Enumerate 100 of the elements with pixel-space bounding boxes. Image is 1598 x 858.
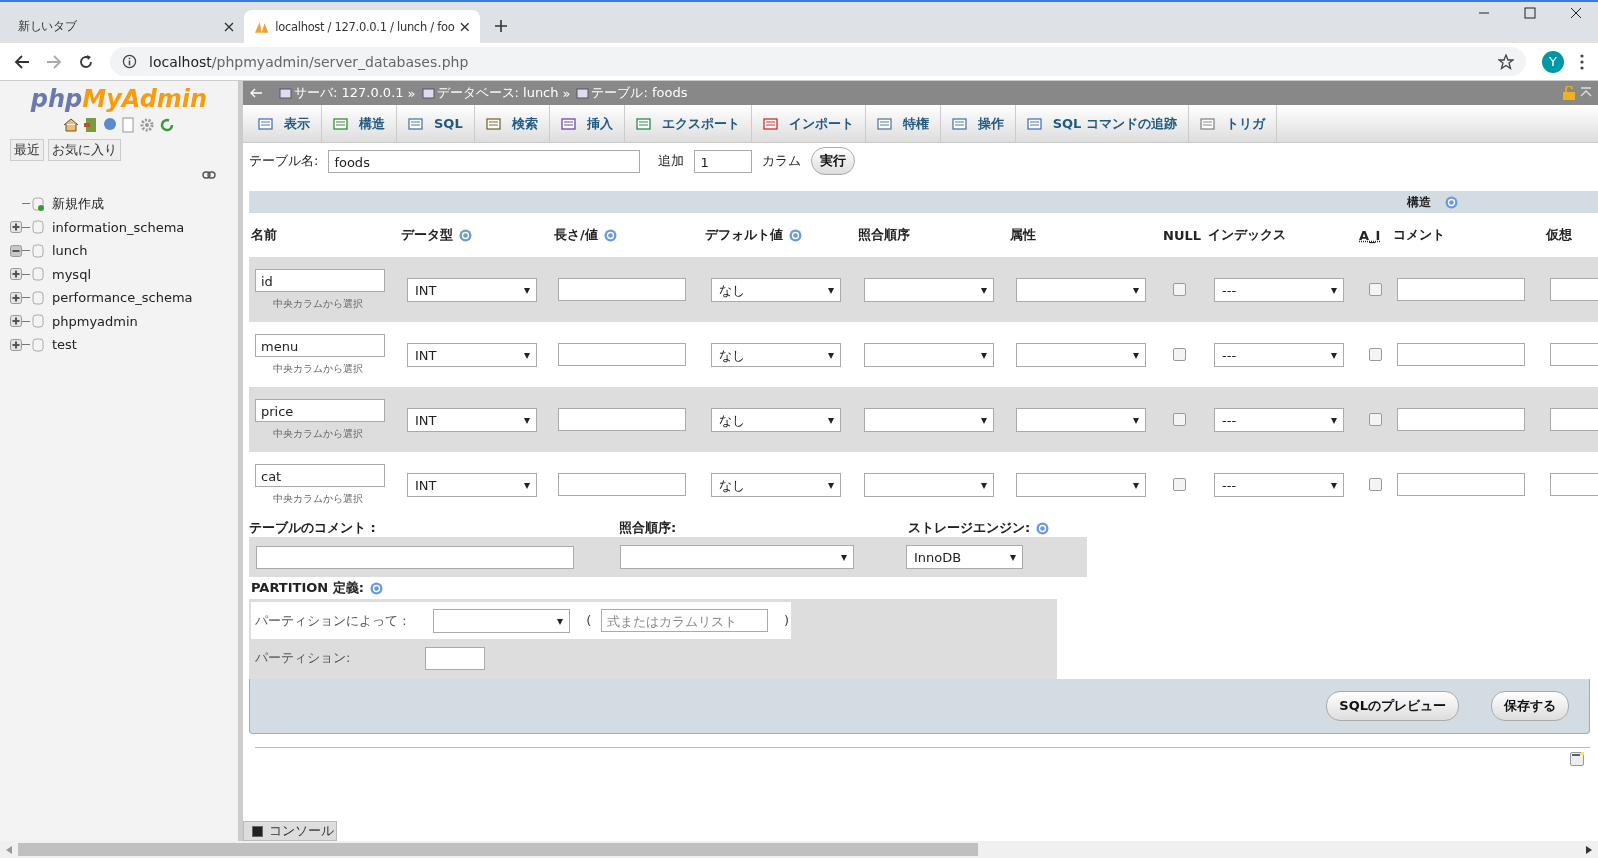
default-select[interactable]: なし [711, 277, 841, 302]
column-name-field[interactable]: menu [255, 333, 385, 357]
type-select[interactable]: INT [407, 277, 537, 302]
close-icon[interactable] [1570, 6, 1582, 19]
comment-field[interactable] [1397, 343, 1525, 366]
column-name-field[interactable]: cat [255, 463, 385, 487]
database-link[interactable]: performance_schema [52, 290, 193, 306]
column-name-field[interactable]: price [255, 398, 385, 422]
browser-tab[interactable]: 新しいタブ [8, 10, 244, 43]
window-icon[interactable] [1570, 752, 1584, 766]
default-select[interactable]: なし [711, 342, 841, 367]
collation-select[interactable] [864, 472, 994, 497]
menu-icon[interactable] [1580, 53, 1584, 70]
menu-tab[interactable]: インポート [751, 105, 866, 142]
column-name-field[interactable]: id [255, 268, 385, 292]
comment-field[interactable] [1397, 408, 1525, 431]
scroll-left-icon[interactable] [6, 845, 12, 854]
menu-tab[interactable]: エクスポート [624, 105, 752, 142]
database-link[interactable]: information_schema [52, 219, 185, 235]
sidebar-tab[interactable]: 最近 [10, 139, 44, 161]
collation-select[interactable] [620, 545, 854, 569]
menu-tab[interactable]: トリガ [1188, 105, 1277, 142]
avatar[interactable]: Y [1542, 50, 1564, 73]
menu-tab[interactable]: 操作 [940, 105, 1016, 142]
type-select[interactable]: INT [407, 407, 537, 432]
action-button[interactable]: 保存する [1491, 691, 1569, 721]
attribute-select[interactable] [1016, 342, 1146, 367]
central-column-link[interactable]: 中央カラムから選択 [273, 491, 363, 506]
scroll-right-icon[interactable] [1586, 845, 1592, 854]
table-comment-field[interactable] [256, 545, 574, 569]
address-field[interactable]: localhost/phpmyadmin/server_databases.php [110, 47, 1526, 76]
star-icon[interactable] [1498, 53, 1514, 70]
database-link[interactable]: test [52, 337, 77, 353]
collapse-icon[interactable] [249, 88, 263, 98]
default-select[interactable]: なし [711, 472, 841, 497]
auto-increment-checkbox[interactable] [1369, 348, 1382, 361]
browser-tab[interactable]: localhost / 127.0.0.1 / lunch / foo [244, 10, 480, 43]
central-column-link[interactable]: 中央カラムから選択 [273, 361, 363, 376]
menu-tab[interactable]: 検索 [474, 105, 550, 142]
null-checkbox[interactable] [1173, 478, 1186, 491]
collapse-up-icon[interactable] [1580, 87, 1592, 99]
back-icon[interactable] [14, 53, 30, 70]
auto-increment-checkbox[interactable] [1369, 478, 1382, 491]
new-tab-icon[interactable] [494, 19, 508, 33]
collation-select[interactable] [864, 407, 994, 432]
null-checkbox[interactable] [1173, 348, 1186, 361]
central-column-link[interactable]: 中央カラムから選択 [273, 426, 363, 441]
database-link[interactable]: phpmyadmin [52, 313, 138, 329]
expand-icon[interactable] [10, 244, 22, 257]
type-select[interactable]: INT [407, 472, 537, 497]
close-icon[interactable] [460, 21, 470, 32]
type-select[interactable]: INT [407, 342, 537, 367]
database-link[interactable]: 新規作成 [52, 194, 104, 213]
go-button[interactable]: 実行 [811, 147, 856, 175]
forward-icon[interactable] [46, 53, 62, 70]
default-select[interactable]: なし [711, 407, 841, 432]
close-icon[interactable] [224, 21, 234, 32]
database-link[interactable]: lunch [52, 243, 88, 259]
length-field[interactable] [558, 278, 686, 301]
menu-tab[interactable]: SQL [397, 105, 475, 142]
collation-select[interactable] [864, 342, 994, 367]
sidebar-tab[interactable]: お気に入り [48, 139, 121, 161]
link-icon[interactable] [202, 171, 216, 179]
breadcrumb-link[interactable]: データベース: lunch [436, 84, 559, 102]
expand-icon[interactable] [10, 315, 22, 328]
expand-icon[interactable] [10, 291, 22, 304]
menu-tab[interactable]: 構造 [322, 105, 397, 142]
expression-field[interactable]: 式またはカラムリスト [601, 609, 768, 632]
logo[interactable]: phpMyAdmin [0, 85, 238, 113]
attribute-select[interactable] [1016, 277, 1146, 302]
partition-count-field[interactable] [425, 646, 485, 670]
engine-select[interactable]: InnoDB [906, 545, 1023, 569]
database-link[interactable]: mysql [52, 266, 91, 282]
attribute-select[interactable] [1016, 472, 1146, 497]
index-select[interactable]: --- [1214, 407, 1344, 432]
auto-increment-checkbox[interactable] [1369, 283, 1382, 296]
auto-increment-checkbox[interactable] [1369, 413, 1382, 426]
index-select[interactable]: --- [1214, 342, 1344, 367]
horizontal-scrollbar[interactable] [0, 841, 1598, 858]
null-checkbox[interactable] [1173, 283, 1186, 296]
comment-field[interactable] [1397, 278, 1525, 301]
partition-by-select[interactable] [433, 608, 571, 633]
menu-tab[interactable]: SQL コマンドの追跡 [1015, 105, 1189, 142]
breadcrumb-link[interactable]: サーバ: 127.0.0.1 [294, 84, 404, 102]
menu-tab[interactable]: 挿入 [549, 105, 625, 142]
lock-icon[interactable] [1562, 86, 1576, 100]
length-field[interactable] [558, 473, 686, 496]
collation-select[interactable] [864, 277, 994, 302]
index-select[interactable]: --- [1214, 277, 1344, 302]
home-icon[interactable] [63, 117, 79, 133]
null-checkbox[interactable] [1173, 413, 1186, 426]
length-field[interactable] [558, 408, 686, 431]
maximize-icon[interactable] [1524, 6, 1536, 19]
breadcrumb-link[interactable]: テーブル: foods [591, 84, 688, 102]
attribute-select[interactable] [1016, 407, 1146, 432]
settings-icon[interactable] [139, 117, 155, 133]
menu-tab[interactable]: 特権 [865, 105, 941, 142]
reload-icon[interactable] [78, 53, 94, 70]
column-count-field[interactable]: 1 [694, 149, 753, 173]
expand-icon[interactable] [10, 338, 22, 351]
